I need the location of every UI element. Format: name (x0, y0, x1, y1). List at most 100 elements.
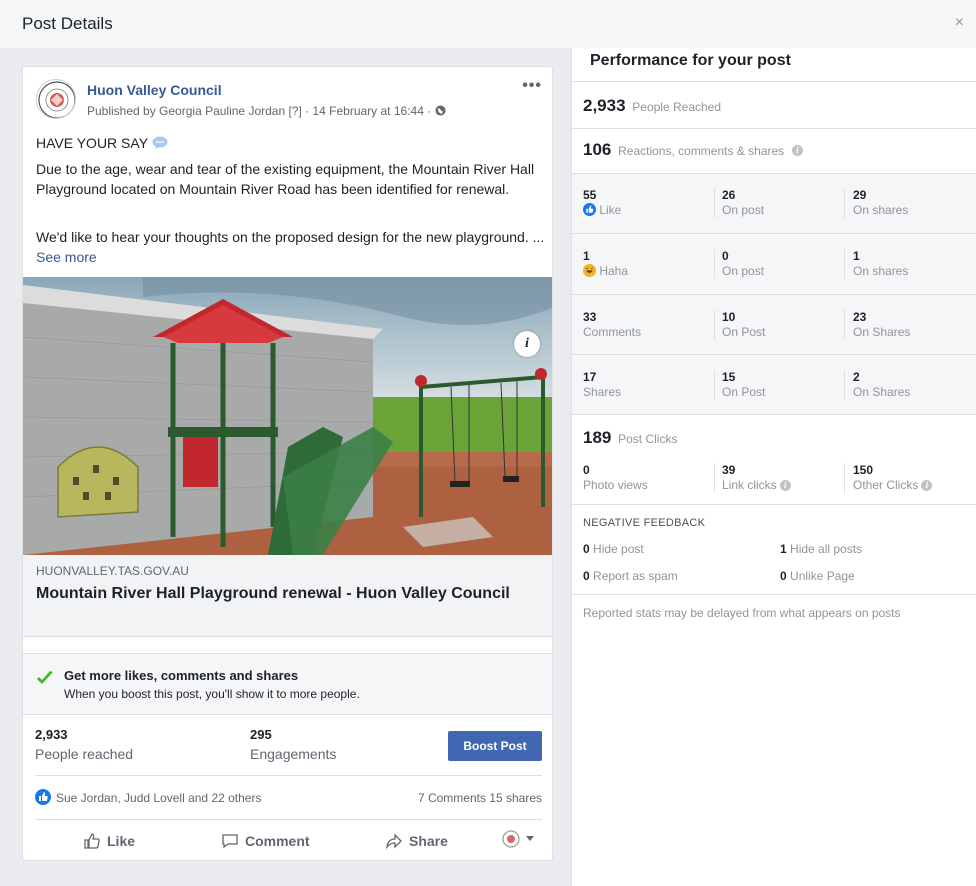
report-spam-value: 0 (583, 569, 590, 583)
globe-icon (435, 105, 446, 116)
like-on-shares: 29 On shares (853, 188, 908, 217)
performance-pane: Performance for your post 2,933 People R… (571, 48, 976, 886)
engagements-value: 295 (250, 727, 272, 742)
post-as-selector[interactable] (502, 830, 534, 848)
boost-subtext: When you boost this post, you'll show it… (64, 687, 360, 701)
post-paragraph-2: We'd like to hear your thoughts on the p… (36, 227, 546, 267)
hide-post-stat: 0 Hide post (583, 542, 644, 556)
people-reached-stat: 2,933 People reached (35, 727, 133, 762)
post-meta: Published by Georgia Pauline Jordan [?] … (87, 104, 446, 118)
divider (844, 188, 845, 218)
post-clicks-value: 189 (583, 428, 612, 447)
comment-icon (222, 834, 238, 849)
haha-total-label: Haha (583, 264, 628, 278)
info-icon[interactable]: i (779, 480, 791, 492)
divider (572, 414, 976, 415)
link-title[interactable]: Mountain River Hall Playground renewal -… (36, 583, 536, 604)
page-avatar-small-icon (502, 830, 520, 848)
share-button[interactable]: Share (385, 832, 448, 850)
shares-total-value: 17 (583, 370, 597, 384)
hide-all-posts-stat: 1 Hide all posts (780, 542, 862, 556)
page-name-link[interactable]: Huon Valley Council (87, 82, 222, 98)
dialog-header: Post Details × (0, 0, 976, 48)
unlike-page-value: 0 (780, 569, 787, 583)
close-icon[interactable]: × (955, 14, 964, 32)
link-clicks-label: Link clicks (722, 478, 777, 492)
like-text: Like (599, 203, 622, 217)
like-on-shares-label: On shares (853, 203, 909, 217)
comments-total: 33 Comments (583, 310, 641, 339)
reaction-names-link[interactable]: Sue Jordan, Judd Lovell and 22 others (56, 791, 261, 805)
divider (572, 354, 976, 355)
divider (844, 310, 845, 340)
info-icon[interactable]: i (791, 145, 803, 157)
like-total: 55 Like (583, 188, 621, 217)
post-heading: HAVE YOUR SAY (36, 133, 546, 153)
other-clicks-label: Other Clicks (853, 478, 919, 492)
engagements-label: Engagements (250, 746, 337, 762)
unlike-page-label: Unlike Page (790, 569, 855, 583)
divider (714, 310, 715, 340)
unlike-page-stat: 0 Unlike Page (780, 569, 855, 583)
hide-post-label: Hide post (593, 542, 644, 556)
comments-shares-count[interactable]: 7 Comments 15 shares (418, 791, 542, 805)
like-reaction-icon (583, 203, 596, 216)
hide-all-posts-value: 1 (780, 542, 787, 556)
haha-total: 1 Haha (583, 249, 628, 278)
divider (844, 249, 845, 279)
haha-on-post-value: 0 (722, 249, 729, 263)
photo-views-label: Photo views (583, 478, 648, 492)
shares-on-shares: 2 On Shares (853, 370, 910, 399)
shares-total: 17 Shares (583, 370, 621, 399)
post-meta-text: Published by Georgia Pauline Jordan [?] … (87, 104, 432, 118)
link-preview[interactable]: HUONVALLEY.TAS.GOV.AU Mountain River Hal… (23, 555, 552, 637)
divider (844, 370, 845, 400)
image-info-icon[interactable]: i (514, 331, 540, 357)
link-clicks: 39 Link clicks i (722, 463, 791, 492)
divider (572, 81, 976, 82)
shares-on-shares-label: On Shares (853, 385, 911, 399)
post-preview-pane: Huon Valley Council Published by Georgia… (0, 48, 571, 886)
shares-on-post-value: 15 (722, 370, 736, 384)
like-button[interactable]: Like (83, 832, 135, 850)
boost-prompt: Get more likes, comments and shares When… (23, 653, 552, 715)
comments-on-post-value: 10 (722, 310, 736, 324)
divider (714, 370, 715, 400)
chevron-down-icon (526, 836, 534, 841)
info-icon[interactable]: i (921, 480, 933, 492)
share-arrow-icon (386, 833, 402, 850)
thumbs-up-icon (84, 833, 100, 849)
comments-on-post-label: On Post (722, 325, 766, 339)
checkmark-icon (37, 671, 53, 684)
see-more-link[interactable]: See more (36, 249, 97, 265)
divider (572, 504, 976, 505)
stats-delay-note: Reported stats may be delayed from what … (583, 606, 901, 620)
divider (572, 233, 976, 234)
report-spam-stat: 0 Report as spam (583, 569, 678, 583)
boost-post-button[interactable]: Boost Post (448, 731, 542, 761)
people-reached-label: People reached (35, 746, 134, 762)
like-on-post: 26 On post (722, 188, 764, 217)
comment-button[interactable]: Comment (221, 832, 310, 850)
like-total-label: Like (583, 203, 621, 217)
haha-total-value: 1 (583, 249, 590, 263)
council-seal-icon (38, 81, 75, 118)
playground-image[interactable] (23, 277, 552, 555)
comments-total-label: Comments (583, 325, 642, 339)
people-reached-metric-value: 2,933 (583, 96, 626, 115)
reactions-metric-value: 106 (583, 140, 612, 159)
link-clicks-label-wrap: Link clicks i (722, 478, 791, 492)
page-avatar[interactable] (36, 79, 76, 119)
post-clicks-label: Post Clicks (618, 432, 678, 446)
other-clicks-label-wrap: Other Clicks i (853, 478, 933, 492)
post-options-icon[interactable]: ••• (522, 77, 542, 95)
dialog-title: Post Details (22, 14, 113, 33)
shares-on-post: 15 On Post (722, 370, 765, 399)
other-clicks: 150 Other Clicks i (853, 463, 933, 492)
reaction-summary: Sue Jordan, Judd Lovell and 22 others 7 … (35, 775, 542, 820)
comments-on-shares: 23 On Shares (853, 310, 910, 339)
hide-post-value: 0 (583, 542, 590, 556)
comment-label: Comment (245, 833, 310, 849)
action-bar: Like Comment Share (35, 820, 542, 860)
report-spam-label: Report as spam (593, 569, 678, 583)
